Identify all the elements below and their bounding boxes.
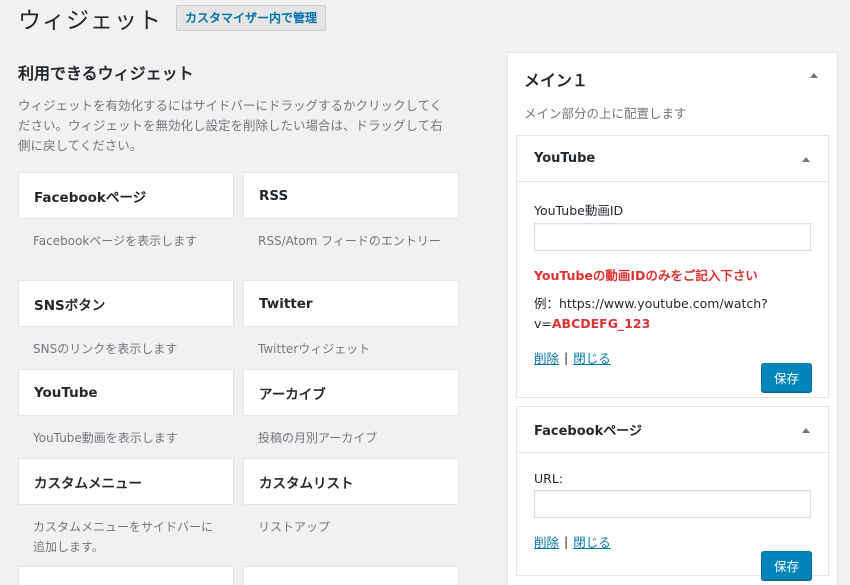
widget-facebook-page[interactable]: Facebookページ Facebookページを表示します	[18, 172, 234, 251]
widget-panel-title: Facebookページ	[534, 424, 642, 439]
sidebar-main-1[interactable]: メイン１ メイン部分の上に配置します YouTube YouTube動画ID Y…	[507, 52, 838, 585]
widget-actions: 削除 | 閉じる	[534, 532, 811, 551]
available-widgets-section: 利用できるウィジェット ウィジェットを有効化するにはサイドバーにドラッグするかク…	[18, 60, 468, 156]
close-link[interactable]: 閉じる	[573, 532, 611, 551]
sidebar-header[interactable]: メイン１ メイン部分の上に配置します	[508, 53, 837, 123]
separator: |	[564, 350, 569, 365]
sidebar-title: メイン１	[524, 71, 589, 90]
collapse-arrow-icon[interactable]	[810, 73, 818, 78]
widget-description: Facebookページを表示します	[33, 234, 198, 248]
widget-partial-title[interactable]	[18, 566, 234, 585]
example-text: 例：https://www.youtube.com/watch?v=ABCDEF…	[534, 294, 811, 334]
page-header: ウィジェット カスタマイザー内で管理	[18, 0, 327, 36]
widget-description: 投稿の月別アーカイブ	[258, 431, 378, 445]
available-widgets-title: 利用できるウィジェット	[18, 64, 194, 83]
widget-title[interactable]: RSS	[243, 172, 459, 219]
delete-link[interactable]: 削除	[534, 532, 559, 551]
sidebar-description: メイン部分の上に配置します	[524, 106, 687, 121]
youtube-id-input[interactable]	[534, 223, 811, 251]
collapse-arrow-icon[interactable]	[802, 157, 810, 162]
widget-description: RSS/Atom フィードのエントリー	[258, 234, 441, 248]
widget-description: リストアップ	[258, 520, 331, 534]
widget-panel-header[interactable]: YouTube	[517, 136, 828, 182]
widget-rss[interactable]: RSS RSS/Atom フィードのエントリー	[243, 172, 459, 251]
example-id: ABCDEFG_123	[551, 316, 651, 331]
widget-title[interactable]: カスタムリスト	[243, 458, 459, 505]
delete-link[interactable]: 削除	[534, 348, 559, 367]
widget-panel-facebook-page: Facebookページ URL: 削除 | 閉じる 保存	[516, 406, 829, 580]
url-input[interactable]	[534, 490, 811, 518]
widget-partial-title[interactable]	[243, 566, 459, 585]
collapse-arrow-icon[interactable]	[802, 428, 810, 433]
notice-text: YouTubeの動画IDのみをご記入下さい	[534, 268, 758, 283]
available-widgets-description: ウィジェットを有効化するにはサイドバーにドラッグするかクリックしてください。ウィ…	[18, 98, 443, 153]
widget-archive[interactable]: アーカイブ 投稿の月別アーカイブ	[243, 369, 459, 448]
widget-title[interactable]: Facebookページ	[18, 172, 234, 219]
manage-in-customizer-button[interactable]: カスタマイザー内で管理	[176, 5, 327, 31]
widget-panel-header[interactable]: Facebookページ	[517, 407, 828, 453]
widget-title[interactable]: アーカイブ	[243, 369, 459, 416]
widget-partial[interactable]	[243, 566, 459, 585]
separator: |	[564, 534, 569, 549]
widget-title[interactable]: YouTube	[18, 369, 234, 416]
field-label: URL:	[534, 471, 564, 486]
widget-title[interactable]: カスタムメニュー	[18, 458, 234, 505]
widget-description: Twitterウィジェット	[258, 342, 371, 356]
field-label: YouTube動画ID	[534, 203, 624, 218]
widget-description: YouTube動画を表示します	[33, 431, 178, 445]
widget-description: SNSのリンクを表示します	[33, 342, 178, 356]
page-title: ウィジェット	[18, 8, 162, 34]
widget-panel-youtube: YouTube YouTube動画ID YouTubeの動画IDのみをご記入下さ…	[516, 135, 829, 398]
widget-title[interactable]: Twitter	[243, 280, 459, 327]
widget-partial[interactable]	[18, 566, 234, 585]
widget-custom-list[interactable]: カスタムリスト リストアップ	[243, 458, 459, 537]
widget-title[interactable]: SNSボタン	[18, 280, 234, 327]
widget-custom-menu[interactable]: カスタムメニュー カスタムメニューをサイドバーに追加します。	[18, 458, 234, 557]
widget-youtube[interactable]: YouTube YouTube動画を表示します	[18, 369, 234, 448]
widget-twitter[interactable]: Twitter Twitterウィジェット	[243, 280, 459, 359]
save-button[interactable]: 保存	[761, 363, 812, 392]
save-button[interactable]: 保存	[761, 551, 812, 580]
widget-sns-buttons[interactable]: SNSボタン SNSのリンクを表示します	[18, 280, 234, 359]
widget-panel-title: YouTube	[534, 151, 596, 166]
close-link[interactable]: 閉じる	[573, 348, 611, 367]
widget-description: カスタムメニューをサイドバーに追加します。	[33, 520, 214, 554]
